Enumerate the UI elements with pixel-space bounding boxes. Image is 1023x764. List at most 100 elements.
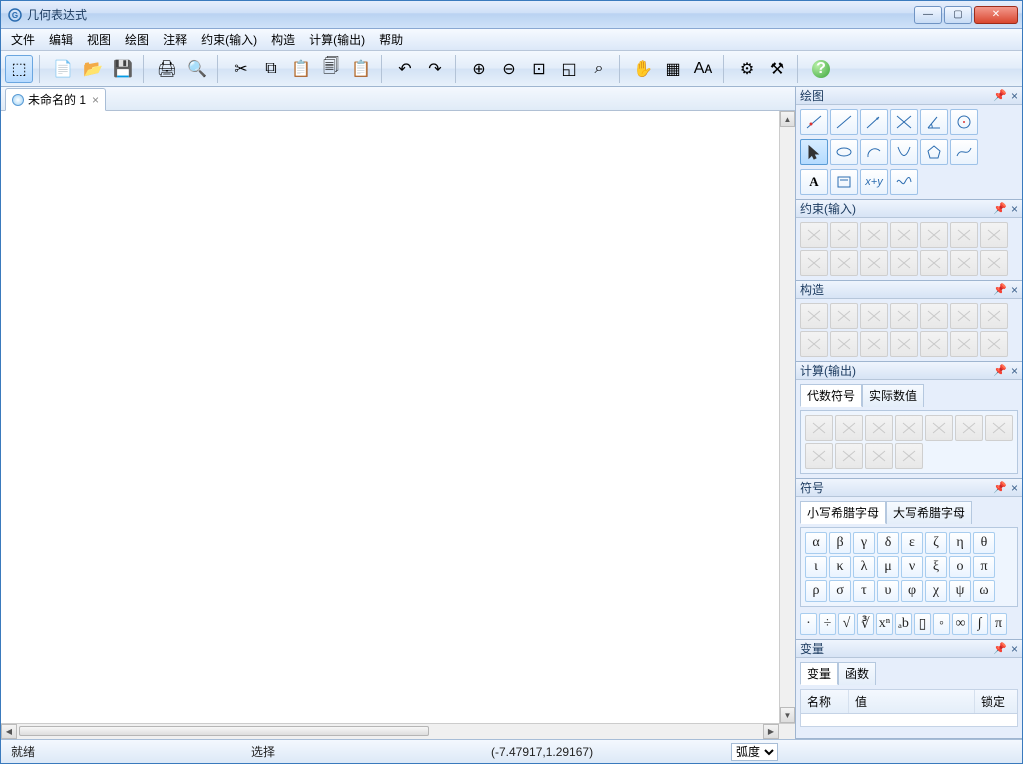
- constraint-tool-4[interactable]: [920, 222, 948, 248]
- compute-tool-9[interactable]: [865, 443, 893, 469]
- menu-构造[interactable]: 构造: [265, 29, 301, 50]
- zoom-out[interactable]: ⊖: [495, 55, 523, 83]
- pin-icon[interactable]: 📌: [993, 481, 1007, 494]
- copy[interactable]: ⧉: [257, 55, 285, 83]
- tab-close-icon[interactable]: ×: [90, 93, 101, 107]
- construct-tool-13[interactable]: [980, 331, 1008, 357]
- pan[interactable]: ✋: [629, 55, 657, 83]
- cut[interactable]: ✂: [227, 55, 255, 83]
- constraint-tool-10[interactable]: [890, 250, 918, 276]
- construct-tool-5[interactable]: [950, 303, 978, 329]
- op-◦[interactable]: ◦: [933, 613, 950, 635]
- draw-vector-tool[interactable]: [860, 109, 888, 135]
- panel-close-icon[interactable]: ×: [1011, 481, 1018, 495]
- symbol-ο[interactable]: ο: [949, 556, 971, 578]
- symbol-γ[interactable]: γ: [853, 532, 875, 554]
- compute-tool-6[interactable]: [985, 415, 1013, 441]
- scroll-up-icon[interactable]: ▲: [780, 111, 795, 127]
- op-ₐb[interactable]: ₐb: [895, 613, 912, 635]
- panel-compute-header[interactable]: 计算(输出) 📌 ×: [796, 362, 1022, 380]
- symbol-σ[interactable]: σ: [829, 580, 851, 602]
- symbol-π[interactable]: π: [973, 556, 995, 578]
- menu-编辑[interactable]: 编辑: [43, 29, 79, 50]
- construct-tool-8[interactable]: [830, 331, 858, 357]
- help[interactable]: ?: [807, 55, 835, 83]
- menu-帮助[interactable]: 帮助: [373, 29, 409, 50]
- horizontal-scrollbar[interactable]: ◀ ▶: [1, 723, 795, 739]
- print-preview[interactable]: 🔍: [183, 55, 211, 83]
- symbol-ν[interactable]: ν: [901, 556, 923, 578]
- panel-close-icon[interactable]: ×: [1011, 202, 1018, 216]
- scroll-down-icon[interactable]: ▼: [780, 707, 795, 723]
- panel-close-icon[interactable]: ×: [1011, 642, 1018, 656]
- new-file[interactable]: 📄: [49, 55, 77, 83]
- hscroll-track[interactable]: [17, 724, 763, 739]
- scroll-right-icon[interactable]: ▶: [763, 724, 779, 739]
- constraint-tool-8[interactable]: [830, 250, 858, 276]
- op-xⁿ[interactable]: xⁿ: [876, 613, 893, 635]
- paste[interactable]: 📋: [287, 55, 315, 83]
- draw-point-tool[interactable]: [800, 109, 828, 135]
- symbol-φ[interactable]: φ: [901, 580, 923, 602]
- zoom-fit[interactable]: ◱: [555, 55, 583, 83]
- symbol-χ[interactable]: χ: [925, 580, 947, 602]
- symbol-λ[interactable]: λ: [853, 556, 875, 578]
- compute-tool-10[interactable]: [895, 443, 923, 469]
- constraint-tool-0[interactable]: [800, 222, 828, 248]
- symbol-δ[interactable]: δ: [877, 532, 899, 554]
- compute-tool-5[interactable]: [955, 415, 983, 441]
- settings[interactable]: ⚙: [733, 55, 761, 83]
- text-label-tool[interactable]: A: [800, 169, 828, 195]
- draw-ray-tool[interactable]: [890, 109, 918, 135]
- tab-numeric[interactable]: 实际数值: [862, 384, 924, 407]
- construct-tool-2[interactable]: [860, 303, 888, 329]
- symbol-κ[interactable]: κ: [829, 556, 851, 578]
- panel-close-icon[interactable]: ×: [1011, 364, 1018, 378]
- pin-icon[interactable]: 📌: [993, 89, 1007, 102]
- panel-draw-header[interactable]: 绘图 📌 ×: [796, 87, 1022, 105]
- annotation-tool[interactable]: [830, 169, 858, 195]
- tab-variables[interactable]: 变量: [800, 662, 838, 685]
- symbol-θ[interactable]: θ: [973, 532, 995, 554]
- constraint-tool-5[interactable]: [950, 222, 978, 248]
- close-button[interactable]: ✕: [974, 6, 1018, 24]
- symbol-ε[interactable]: ε: [901, 532, 923, 554]
- panel-close-icon[interactable]: ×: [1011, 283, 1018, 297]
- draw-parabola-tool[interactable]: [890, 139, 918, 165]
- pin-icon[interactable]: 📌: [993, 364, 1007, 377]
- symbol-μ[interactable]: μ: [877, 556, 899, 578]
- construct-tool-12[interactable]: [950, 331, 978, 357]
- redo[interactable]: ↷: [421, 55, 449, 83]
- tab-upper-greek[interactable]: 大写希腊字母: [886, 501, 972, 524]
- compute-tool-2[interactable]: [865, 415, 893, 441]
- constraint-tool-13[interactable]: [980, 250, 1008, 276]
- maximize-button[interactable]: ▢: [944, 6, 972, 24]
- symbol-ζ[interactable]: ζ: [925, 532, 947, 554]
- constraint-tool-1[interactable]: [830, 222, 858, 248]
- symbol-η[interactable]: η: [949, 532, 971, 554]
- function-plot-tool[interactable]: [890, 169, 918, 195]
- document-tab[interactable]: 未命名的 1 ×: [5, 88, 106, 111]
- pin-icon[interactable]: 📌: [993, 202, 1007, 215]
- paste-special[interactable]: 📋: [347, 55, 375, 83]
- grid-toggle[interactable]: ▦: [659, 55, 687, 83]
- select-tool-panel[interactable]: [800, 139, 828, 165]
- menu-文件[interactable]: 文件: [5, 29, 41, 50]
- construct-tool-7[interactable]: [800, 331, 828, 357]
- panel-symbols-header[interactable]: 符号 📌 ×: [796, 479, 1022, 497]
- constraint-tool-2[interactable]: [860, 222, 888, 248]
- symbol-ω[interactable]: ω: [973, 580, 995, 602]
- op-▯[interactable]: ▯: [914, 613, 931, 635]
- select-tool[interactable]: ⬚: [5, 55, 33, 83]
- op-∫[interactable]: ∫: [971, 613, 988, 635]
- tab-symbolic[interactable]: 代数符号: [800, 384, 862, 407]
- zoom-actual[interactable]: ⌕: [585, 55, 613, 83]
- panel-construct-header[interactable]: 构造 📌 ×: [796, 281, 1022, 299]
- construct-tool-4[interactable]: [920, 303, 948, 329]
- draw-polygon-tool[interactable]: [920, 139, 948, 165]
- compute-tool-4[interactable]: [925, 415, 953, 441]
- angle-mode-select[interactable]: 弧度度: [731, 743, 778, 761]
- compute-tool-8[interactable]: [835, 443, 863, 469]
- constraint-tool-7[interactable]: [800, 250, 828, 276]
- construct-tool-10[interactable]: [890, 331, 918, 357]
